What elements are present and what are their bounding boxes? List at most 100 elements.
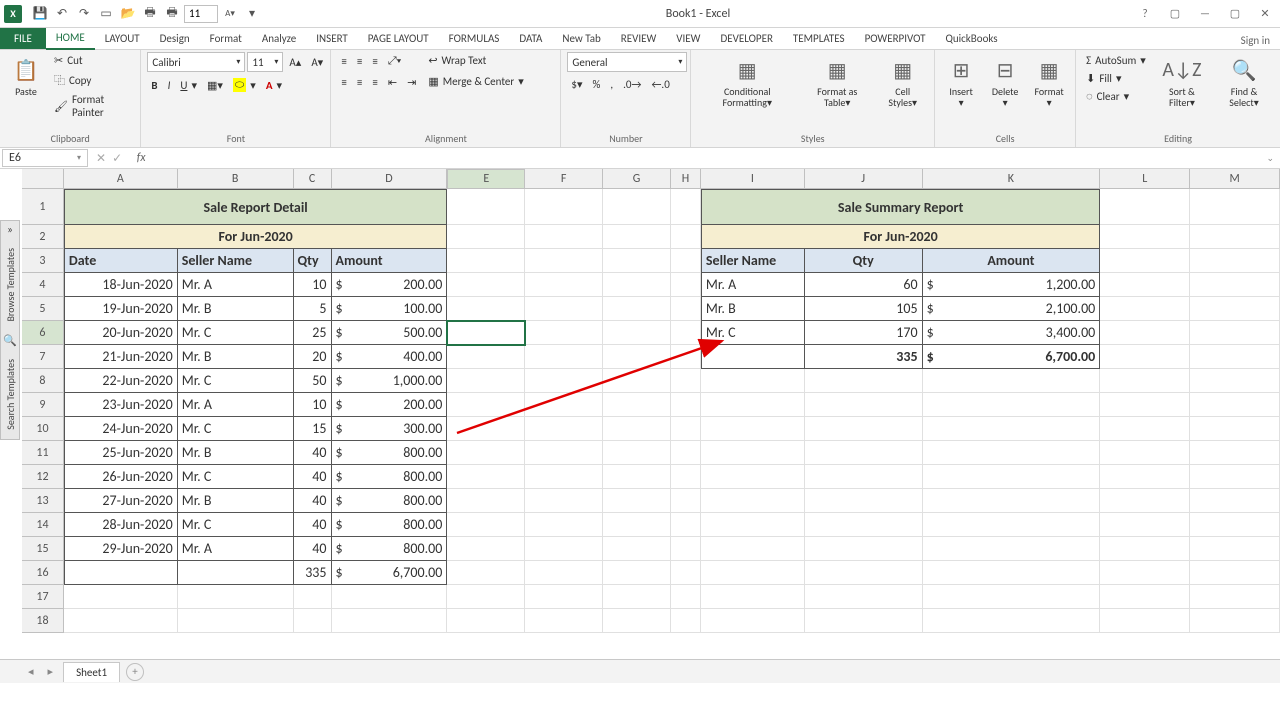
- cell-L18[interactable]: [1100, 609, 1190, 633]
- cell-E1[interactable]: [447, 189, 525, 225]
- add-sheet-button[interactable]: +: [126, 663, 144, 681]
- row-header-6[interactable]: 6: [22, 321, 64, 345]
- new-icon[interactable]: ▭: [96, 4, 116, 24]
- cell-E10[interactable]: [447, 417, 525, 441]
- cell-B15[interactable]: Mr. A: [178, 537, 294, 561]
- cell-F12[interactable]: [525, 465, 603, 489]
- enter-formula-icon[interactable]: ✓: [112, 151, 122, 166]
- cell-H8[interactable]: [671, 369, 701, 393]
- tab-developer[interactable]: DEVELOPER: [710, 30, 782, 49]
- cell-K17[interactable]: [923, 585, 1101, 609]
- cell-H13[interactable]: [671, 489, 701, 513]
- cell-A10[interactable]: 24-Jun-2020: [64, 417, 178, 441]
- format-cells-button[interactable]: ▦Format▾: [1029, 52, 1069, 110]
- cell-A18[interactable]: [64, 609, 178, 633]
- cell-J12[interactable]: [805, 465, 923, 489]
- fx-icon[interactable]: fx: [130, 151, 152, 165]
- cell-B11[interactable]: Mr. B: [178, 441, 294, 465]
- align-bottom-icon[interactable]: ≡: [368, 52, 381, 70]
- cell-C8[interactable]: 50: [294, 369, 332, 393]
- cell-G2[interactable]: [603, 225, 671, 249]
- tab-home[interactable]: HOME: [46, 29, 95, 50]
- cell-D5[interactable]: $100.00: [332, 297, 448, 321]
- cell-F9[interactable]: [525, 393, 603, 417]
- cell-L5[interactable]: [1100, 297, 1190, 321]
- cell-L11[interactable]: [1100, 441, 1190, 465]
- cell-M11[interactable]: [1190, 441, 1280, 465]
- cell-A17[interactable]: [64, 585, 178, 609]
- print-preview-icon[interactable]: 🖶: [140, 4, 160, 24]
- comma-format-icon[interactable]: ,: [606, 76, 617, 93]
- cell-G14[interactable]: [603, 513, 671, 537]
- cell-styles-button[interactable]: ▦Cell Styles▾: [877, 52, 928, 110]
- format-painter-button[interactable]: 🖌Format Painter: [50, 91, 134, 121]
- tab-data[interactable]: DATA: [509, 30, 552, 49]
- cell-D3[interactable]: Amount: [332, 249, 448, 273]
- cell-E14[interactable]: [447, 513, 525, 537]
- tab-file[interactable]: FILE: [0, 28, 46, 49]
- redo-icon[interactable]: ↷: [74, 4, 94, 24]
- cell-M1[interactable]: [1190, 189, 1280, 225]
- cell-F5[interactable]: [525, 297, 603, 321]
- cell-B9[interactable]: Mr. A: [178, 393, 294, 417]
- select-all-corner[interactable]: [22, 169, 64, 189]
- expand-formula-bar-icon[interactable]: ⌄: [1260, 153, 1280, 164]
- cell-E13[interactable]: [447, 489, 525, 513]
- cell-G3[interactable]: [603, 249, 671, 273]
- cancel-formula-icon[interactable]: ✕: [96, 151, 106, 166]
- cell-A9[interactable]: 23-Jun-2020: [64, 393, 178, 417]
- cell-J17[interactable]: [805, 585, 923, 609]
- font-name-select[interactable]: Calibri▾: [147, 52, 245, 72]
- worksheet-grid[interactable]: ABCDEFGHIJKLM 1Sale Report DetailSale Su…: [22, 169, 1280, 659]
- cell-M18[interactable]: [1190, 609, 1280, 633]
- increase-indent-icon[interactable]: ⇥: [403, 74, 420, 91]
- cell-F16[interactable]: [525, 561, 603, 585]
- column-header-M[interactable]: M: [1190, 169, 1280, 189]
- ribbon-collapse-icon[interactable]: ▢: [1160, 0, 1190, 28]
- cell-D8[interactable]: $1,000.00: [332, 369, 448, 393]
- cell-I9[interactable]: [701, 393, 805, 417]
- cell-F7[interactable]: [525, 345, 603, 369]
- cell-K11[interactable]: [923, 441, 1101, 465]
- cell-H12[interactable]: [671, 465, 701, 489]
- cell-E3[interactable]: [447, 249, 525, 273]
- column-header-G[interactable]: G: [603, 169, 671, 189]
- cell-E15[interactable]: [447, 537, 525, 561]
- undo-icon[interactable]: ↶: [52, 4, 72, 24]
- decrease-font-icon[interactable]: A▾: [220, 4, 240, 24]
- cell-K15[interactable]: [923, 537, 1101, 561]
- cell-J14[interactable]: [805, 513, 923, 537]
- cell-A15[interactable]: 29-Jun-2020: [64, 537, 178, 561]
- cell-D16[interactable]: $6,700.00: [332, 561, 448, 585]
- cell-F18[interactable]: [525, 609, 603, 633]
- minimize-icon[interactable]: —: [1190, 0, 1220, 28]
- cell-M3[interactable]: [1190, 249, 1280, 273]
- cell-B3[interactable]: Seller Name: [178, 249, 294, 273]
- help-icon[interactable]: ?: [1130, 0, 1160, 28]
- tab-review[interactable]: REVIEW: [611, 30, 667, 49]
- cell-M17[interactable]: [1190, 585, 1280, 609]
- cell-M13[interactable]: [1190, 489, 1280, 513]
- cell-L9[interactable]: [1100, 393, 1190, 417]
- tab-page-layout[interactable]: PAGE LAYOUT: [358, 30, 439, 49]
- cell-B7[interactable]: Mr. B: [178, 345, 294, 369]
- cell-D9[interactable]: $200.00: [332, 393, 448, 417]
- cell-A3[interactable]: Date: [64, 249, 178, 273]
- cell-K6[interactable]: $3,400.00: [923, 321, 1101, 345]
- cell-H1[interactable]: [671, 189, 701, 225]
- cell-H5[interactable]: [671, 297, 701, 321]
- cell-E9[interactable]: [447, 393, 525, 417]
- row-header-9[interactable]: 9: [22, 393, 64, 417]
- cell-I18[interactable]: [701, 609, 805, 633]
- detail-title[interactable]: Sale Report Detail: [64, 189, 447, 225]
- cell-J5[interactable]: 105: [805, 297, 923, 321]
- cell-K13[interactable]: [923, 489, 1101, 513]
- row-header-8[interactable]: 8: [22, 369, 64, 393]
- cell-E8[interactable]: [447, 369, 525, 393]
- cell-B8[interactable]: Mr. C: [178, 369, 294, 393]
- cell-I13[interactable]: [701, 489, 805, 513]
- cell-C15[interactable]: 40: [294, 537, 332, 561]
- cell-F1[interactable]: [525, 189, 603, 225]
- cell-H6[interactable]: [671, 321, 701, 345]
- cell-B5[interactable]: Mr. B: [178, 297, 294, 321]
